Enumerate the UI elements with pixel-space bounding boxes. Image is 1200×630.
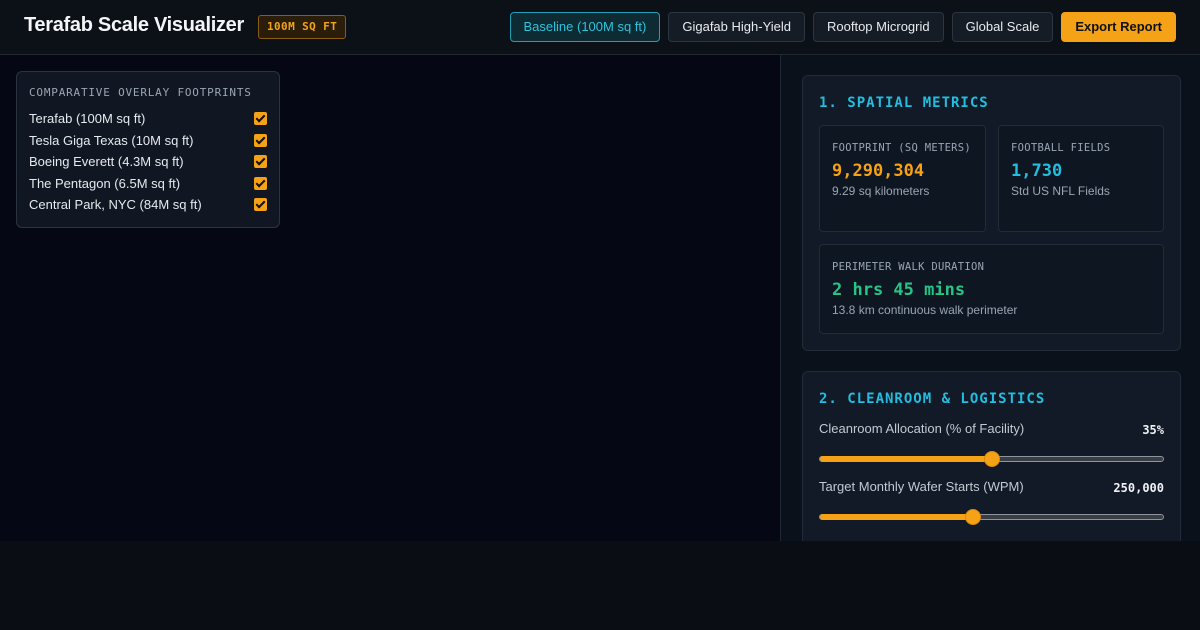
slider-fill xyxy=(820,514,973,520)
metric-sub: 13.8 km continuous walk perimeter xyxy=(832,303,1018,317)
overlay-title: Comparative Overlay Footprints xyxy=(29,86,252,99)
map-canvas[interactable]: Comparative Overlay Footprints Terafab (… xyxy=(0,55,780,541)
metric-label: Perimeter Walk Duration xyxy=(832,261,985,273)
overlay-item-boeing-everett[interactable]: Boeing Everett (4.3M sq ft) xyxy=(29,151,267,173)
overlay-item-label: Terafab (100M sq ft) xyxy=(29,111,146,127)
metric-label: Football Fields xyxy=(1011,142,1111,154)
preset-gigafab-button[interactable]: Gigafab High-Yield xyxy=(668,12,805,42)
cleanroom-allocation-slider[interactable] xyxy=(819,451,1164,467)
cleanroom-logistics-card: 2. Cleanroom & Logistics Cleanroom Alloc… xyxy=(802,371,1181,541)
preset-global-button[interactable]: Global Scale xyxy=(951,12,1054,42)
metric-sub: 9.29 sq kilometers xyxy=(832,184,930,198)
slider-value: 250,000 xyxy=(1113,481,1164,495)
overlay-item-label: Boeing Everett (4.3M sq ft) xyxy=(29,154,184,170)
overlay-item-central-park[interactable]: Central Park, NYC (84M sq ft) xyxy=(29,194,267,216)
preset-baseline-button[interactable]: Baseline (100M sq ft) xyxy=(509,12,661,42)
overlay-item-label: The Pentagon (6.5M sq ft) xyxy=(29,175,181,191)
overlay-checkbox[interactable] xyxy=(254,176,267,190)
preset-rooftop-button[interactable]: Rooftop Microgrid xyxy=(813,12,944,42)
metrics-sidebar[interactable]: 1. Spatial Metrics Footprint (sq meters)… xyxy=(780,55,1200,541)
slider-label: Cleanroom Allocation (% of Facility) xyxy=(819,421,1025,436)
football-fields-metric: Football Fields 1,730 Std US NFL Fields xyxy=(998,125,1164,232)
overlay-checkbox[interactable] xyxy=(254,155,267,169)
section-title: 2. Cleanroom & Logistics xyxy=(819,391,1046,407)
overlay-item-pentagon[interactable]: The Pentagon (6.5M sq ft) xyxy=(29,173,267,195)
section-title: 1. Spatial Metrics xyxy=(819,95,989,111)
metric-label: Footprint (sq meters) xyxy=(832,142,972,154)
app-title: Terafab Scale Visualizer xyxy=(24,14,244,36)
slider-label: Target Monthly Wafer Starts (WPM) xyxy=(819,479,1024,494)
top-bar: Terafab Scale Visualizer 100M SQ FT Base… xyxy=(0,0,1200,55)
metric-value: 9,290,304 xyxy=(832,161,925,181)
metric-sub: Std US NFL Fields xyxy=(1011,184,1110,198)
overlay-checkbox[interactable] xyxy=(254,112,267,126)
slider-thumb[interactable] xyxy=(983,451,1000,467)
cleanroom-allocation-control: Cleanroom Allocation (% of Facility) 35% xyxy=(819,421,1164,471)
overlay-panel: Comparative Overlay Footprints Terafab (… xyxy=(16,71,280,228)
overlay-checkbox[interactable] xyxy=(254,198,267,212)
metric-value: 1,730 xyxy=(1011,161,1063,181)
overlay-item-terafab[interactable]: Terafab (100M sq ft) xyxy=(29,108,267,130)
wafer-starts-control: Target Monthly Wafer Starts (WPM) 250,00… xyxy=(819,479,1164,529)
spatial-metrics-card: 1. Spatial Metrics Footprint (sq meters)… xyxy=(802,75,1181,351)
slider-value: 35% xyxy=(1142,423,1164,437)
footprint-metric: Footprint (sq meters) 9,290,304 9.29 sq … xyxy=(819,125,986,232)
overlay-checkbox[interactable] xyxy=(254,133,267,147)
preset-nav: Baseline (100M sq ft) Gigafab High-Yield… xyxy=(509,12,1176,42)
slider-thumb[interactable] xyxy=(964,509,981,525)
slider-fill xyxy=(820,456,992,462)
metric-value: 2 hrs 45 mins xyxy=(832,280,966,300)
overlay-list: Terafab (100M sq ft) Tesla Giga Texas (1… xyxy=(29,108,267,216)
overlay-item-label: Central Park, NYC (84M sq ft) xyxy=(29,197,202,213)
overlay-item-giga-texas[interactable]: Tesla Giga Texas (10M sq ft) xyxy=(29,130,267,152)
export-report-button[interactable]: Export Report xyxy=(1061,12,1176,42)
perimeter-walk-metric: Perimeter Walk Duration 2 hrs 45 mins 13… xyxy=(819,244,1164,334)
scale-badge: 100M SQ FT xyxy=(258,15,347,39)
overlay-item-label: Tesla Giga Texas (10M sq ft) xyxy=(29,132,194,148)
wafer-starts-slider[interactable] xyxy=(819,509,1164,525)
